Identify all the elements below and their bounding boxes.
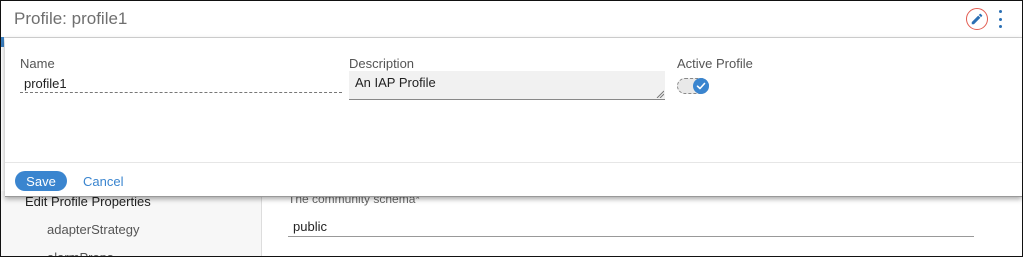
resize-handle-icon[interactable] [656, 90, 664, 98]
description-field[interactable]: An IAP Profile [349, 71, 665, 100]
name-field[interactable] [20, 74, 342, 93]
dialog-footer-divider [5, 162, 1022, 163]
active-profile-toggle[interactable] [677, 78, 709, 94]
window-frame: Edit Profile Properties adapterStrategy … [0, 0, 1023, 257]
side-indicator [1, 37, 4, 47]
community-schema-underline [288, 236, 974, 237]
sidebar-item-adapterstrategy[interactable]: adapterStrategy [47, 222, 140, 237]
description-label: Description [349, 56, 415, 71]
description-text: An IAP Profile [355, 75, 436, 90]
check-icon [696, 82, 706, 90]
active-profile-label: Active Profile [677, 56, 753, 71]
edit-profile-dialog: Name Description An IAP Profile Active P… [5, 38, 1022, 197]
name-label: Name [20, 56, 55, 71]
sidebar-item-alarmprops[interactable]: alarmProps [47, 250, 113, 256]
cancel-button[interactable]: Cancel [83, 174, 123, 189]
save-button[interactable]: Save [15, 171, 67, 191]
more-vertical-icon[interactable] [995, 10, 1005, 28]
page-title: Profile: profile1 [14, 9, 128, 28]
page-header: Profile: profile1 [1, 1, 1022, 38]
community-schema-field[interactable]: public [293, 219, 327, 234]
edit-button[interactable] [966, 8, 988, 30]
toggle-knob [693, 78, 709, 94]
pencil-icon [971, 13, 983, 25]
